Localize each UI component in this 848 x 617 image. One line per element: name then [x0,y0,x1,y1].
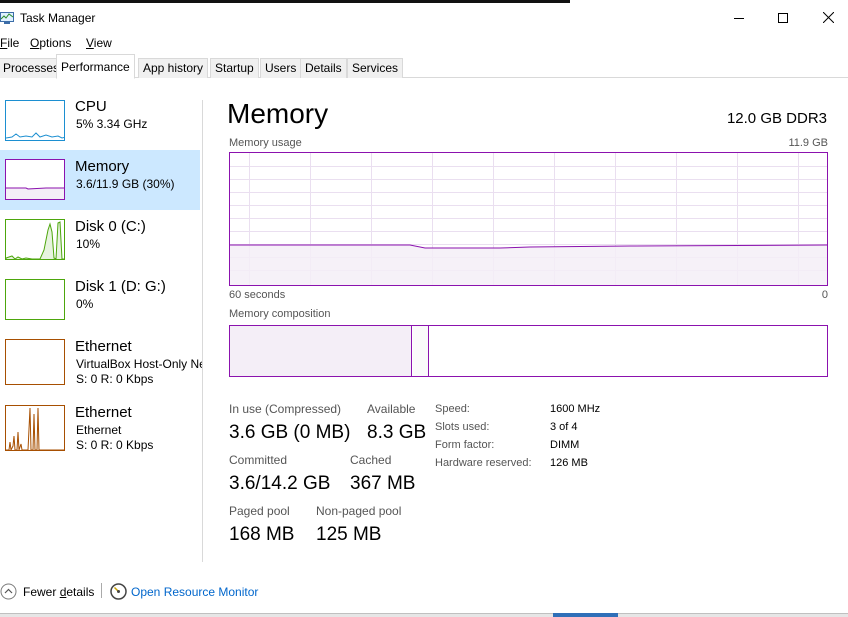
in-use-value: 3.6 GB (0 MB) [229,422,351,443]
open-resource-monitor-label: Open Resource Monitor [131,585,259,599]
ethernet-thumbnail-graph [5,405,65,451]
menu-view-label: iew [93,36,112,50]
page-title: Memory [227,98,329,129]
maximize-button[interactable] [760,3,806,32]
committed-label: Committed [229,453,288,467]
slots-used-label: Slots used: [435,421,490,433]
tab-details[interactable]: Details [300,58,347,78]
fewer-details-label-rest: etails [66,585,95,599]
sidebar-item-memory[interactable]: Memory 3.6/11.9 GB (30%) [0,150,200,210]
sidebar-memory-title: Memory [75,158,130,175]
in-use-label: In use (Compressed) [229,402,342,416]
tab-startup[interactable]: Startup [210,58,259,78]
memory-usage-graph [229,152,828,286]
sidebar-cpu-usage: 5% 3.34 GHz [76,117,148,131]
taskbar-highlight [553,613,618,617]
window-title: Task Manager [20,11,96,25]
committed-value: 3.6/14.2 GB [229,473,331,494]
menu-options-accel: O [30,36,40,50]
close-icon [822,12,834,23]
tab-performance[interactable]: Performance [56,54,135,79]
graph-time-left: 60 seconds [229,289,286,301]
form-factor-value: DIMM [550,439,580,451]
cpu-thumbnail-graph [5,100,65,141]
resource-monitor-icon [110,583,127,603]
sidebar-ethernet-virtualbox-throughput: S: 0 R: 0 Kbps [76,372,154,386]
hardware-reserved-value: 126 MB [550,457,588,469]
open-resource-monitor-link[interactable]: Open Resource Monitor [110,583,258,603]
performance-sidebar: CPU 5% 3.34 GHz Memory 3.6/11.9 GB (30%)… [0,92,202,562]
sidebar-item-disk-0[interactable]: Disk 0 (C:) 10% [0,212,200,272]
minimize-button[interactable] [716,3,762,32]
available-label: Available [367,402,416,416]
sidebar-disk-0-title: Disk 0 (C:) [75,218,146,235]
menu-options[interactable]: Options [30,36,71,50]
menu-options-label: ptions [39,36,72,50]
sidebar-ethernet-title: Ethernet [75,404,132,421]
tab-processes[interactable]: Processes [0,58,65,78]
footer-bar: Fewer details Open Resource Monitor [0,578,848,604]
form-factor-label: Form factor: [435,439,495,451]
menu-file[interactable]: File [0,36,19,50]
footer-separator [101,583,102,598]
hardware-reserved-label: Hardware reserved: [435,457,532,469]
memory-composition-bar [229,325,828,377]
task-manager-app-icon [0,11,14,24]
fewer-details-label-prefix: Fewer [23,585,60,599]
sidebar-disk-1-usage: 0% [76,297,94,311]
ethernet-virtualbox-thumbnail-graph [5,339,65,385]
slots-used-value: 3 of 4 [550,421,578,433]
sidebar-item-disk-1[interactable]: Disk 1 (D: G:) 0% [0,272,200,332]
sidebar-disk-0-usage: 10% [76,237,101,251]
non-paged-pool-value: 125 MB [316,524,382,545]
memory-composition-label: Memory composition [229,308,331,320]
menu-file-label: ile [7,36,20,50]
sidebar-ethernet-virtualbox-adapter: VirtualBox Host-Only Ne [76,357,202,371]
tab-users[interactable]: Users [260,58,302,78]
sidebar-item-ethernet[interactable]: Ethernet Ethernet S: 0 R: 0 Kbps [0,398,200,458]
graph-time-right: 0 [821,289,828,301]
menu-view-accel: V [86,36,94,50]
memory-spec: 12.0 GB DDR3 [726,110,827,127]
maximize-icon [778,12,788,23]
speed-value: 1600 MHz [550,403,601,415]
title-bar[interactable]: Task Manager [0,3,848,32]
memory-usage-max: 11.9 GB [788,137,828,149]
cached-label: Cached [350,453,392,467]
paged-pool-label: Paged pool [229,504,290,518]
sidebar-ethernet-virtualbox-title: Ethernet [75,338,132,355]
non-paged-pool-label: Non-paged pool [316,504,402,518]
sidebar-memory-usage: 3.6/11.9 GB (30%) [76,177,175,191]
available-value: 8.3 GB [367,422,427,443]
sidebar-disk-1-title: Disk 1 (D: G:) [75,278,166,295]
cached-value: 367 MB [350,473,416,494]
sidebar-ethernet-throughput: S: 0 R: 0 Kbps [76,438,154,452]
speed-label: Speed: [435,403,470,415]
sidebar-cpu-title: CPU [75,98,107,115]
sidebar-ethernet-adapter: Ethernet [76,423,122,437]
sidebar-item-cpu[interactable]: CPU 5% 3.34 GHz [0,92,200,152]
paged-pool-value: 168 MB [229,524,295,545]
memory-usage-label: Memory usage [229,137,302,149]
tab-bar: Processes Performance App history Startu… [0,53,848,79]
fewer-details-button[interactable]: Fewer details [0,583,94,603]
disk-1-thumbnail-graph [5,279,65,320]
window-bottom-edge [0,613,848,617]
tab-services[interactable]: Services [347,58,404,78]
chevron-up-icon [0,583,17,603]
close-button[interactable] [805,3,848,32]
sidebar-item-ethernet-virtualbox[interactable]: Ethernet VirtualBox Host-Only Ne S: 0 R:… [0,332,202,392]
minimize-icon [734,13,744,23]
memory-thumbnail-graph [5,159,65,200]
sidebar-divider [202,100,203,562]
disk-0-thumbnail-graph [5,219,65,260]
tab-app-history[interactable]: App history [138,58,209,78]
menu-view[interactable]: View [86,36,112,50]
